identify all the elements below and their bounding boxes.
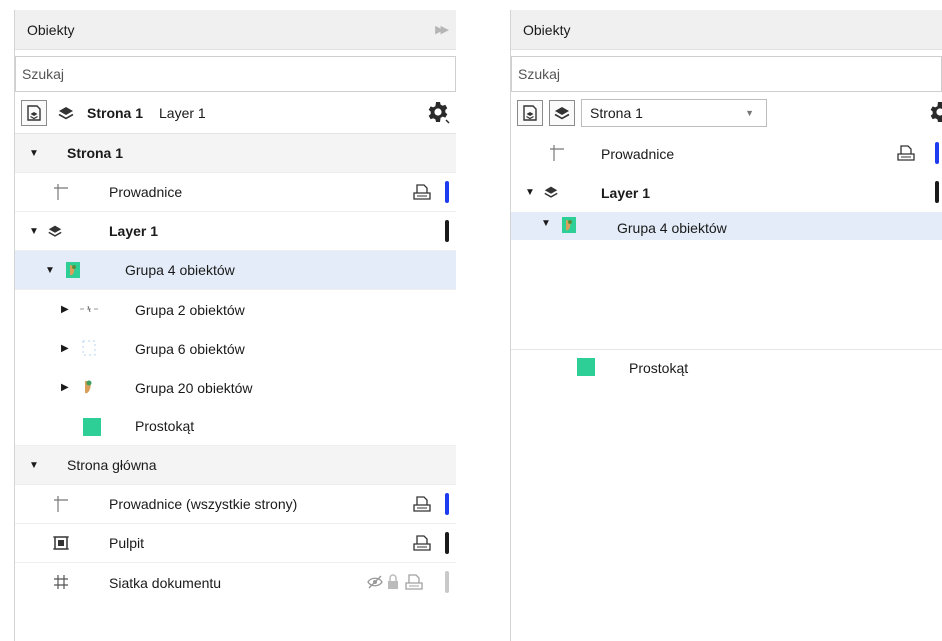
layers-icon	[58, 106, 74, 119]
page-view-button[interactable]	[517, 100, 543, 126]
tree-row-page[interactable]: ▼ Strona 1	[15, 134, 456, 173]
layer-color-bar	[445, 571, 449, 593]
expand-arrow-icon[interactable]: ▼	[29, 226, 39, 237]
gear-icon	[930, 102, 942, 122]
layer-color-bar	[445, 220, 449, 242]
guides-icon	[53, 495, 69, 513]
expand-arrow-icon[interactable]: ▼	[525, 187, 535, 198]
page-view-button[interactable]	[21, 99, 47, 126]
tree-row-guides[interactable]: Prowadnice	[15, 173, 456, 212]
desktop-icon	[53, 535, 69, 551]
panel-title: Obiekty	[27, 21, 75, 38]
current-layer-label: Layer 1	[159, 104, 206, 121]
lock-icon[interactable]	[387, 574, 399, 590]
page-layers-icon	[523, 105, 537, 121]
group-thumbnail-icon	[65, 261, 81, 279]
objects-panel-left: Obiekty ▶▶ Szukaj Strona 1 Layer 1 ▼ Str…	[14, 10, 456, 641]
tree-row-group-4[interactable]: ▼ Grupa 4 obiektów	[511, 212, 942, 240]
gear-icon	[428, 102, 450, 124]
expand-arrow-icon[interactable]: ▶	[61, 343, 69, 354]
layer-color-bar	[445, 181, 449, 203]
panel-toolbar: Strona 1 ▼	[511, 92, 942, 134]
settings-button[interactable]	[928, 100, 942, 127]
tree-row-label: Grupa 6 obiektów	[135, 340, 245, 357]
layer-view-button[interactable]	[53, 100, 79, 126]
collapse-panel-icon[interactable]: ▶▶	[435, 23, 449, 36]
tree-row-label: Grupa 20 obiektów	[135, 379, 253, 396]
group-thumbnail-icon	[561, 216, 577, 234]
panel-titlebar: Obiekty	[511, 10, 942, 50]
tree-row-group-6[interactable]: ▶ Grupa 6 obiektów	[15, 329, 456, 368]
tree-row-label: Grupa 2 obiektów	[135, 301, 245, 318]
layer-color-bar	[445, 532, 449, 554]
guides-icon	[549, 144, 565, 162]
chevron-down-icon: ▼	[745, 108, 754, 118]
group-thumbnail-icon	[81, 339, 97, 357]
printer-icon[interactable]	[405, 573, 423, 594]
empty-drop-area	[511, 240, 942, 350]
tree-row-label: Prostokąt	[135, 418, 195, 434]
objects-panel-right: Obiekty Szukaj Strona 1 ▼ Prowadnice ▼ L…	[510, 10, 942, 641]
expand-arrow-icon[interactable]: ▼	[29, 148, 39, 159]
tree-row-rectangle[interactable]: Prostokąt	[511, 350, 942, 389]
layers-icon	[47, 223, 63, 239]
layer-color-bar	[935, 181, 939, 203]
panel-toolbar: Strona 1 Layer 1	[15, 92, 456, 134]
guides-icon	[53, 183, 69, 201]
tree-row-layer[interactable]: ▼ Layer 1	[511, 173, 942, 212]
tree-row-document-grid[interactable]: Siatka dokumentu	[15, 563, 456, 602]
tree-row-label: Prowadnice	[109, 184, 183, 200]
tree-row-label: Layer 1	[109, 223, 159, 239]
tree-row-group-20[interactable]: ▶ Grupa 20 obiektów	[15, 368, 456, 407]
tree-row-guides-all-pages[interactable]: Prowadnice (wszystkie strony)	[15, 485, 456, 524]
layer-view-button[interactable]	[549, 100, 575, 126]
tree-row-label: Prowadnice	[601, 145, 675, 162]
tree-row-label: Pulpit	[109, 535, 145, 551]
tree-row-label: Grupa 4 obiektów	[125, 262, 235, 278]
hidden-eye-icon[interactable]	[367, 575, 383, 589]
page-layers-icon	[27, 104, 41, 121]
layers-icon	[543, 184, 559, 200]
tree-row-label: Siatka dokumentu	[109, 574, 222, 591]
group-thumbnail-icon	[79, 304, 99, 314]
rectangle-thumbnail-icon	[577, 358, 595, 376]
page-select[interactable]: Strona 1 ▼	[581, 99, 767, 127]
tree-row-group-2[interactable]: ▶ Grupa 2 obiektów	[15, 290, 456, 329]
current-page-label: Strona 1	[87, 104, 144, 121]
tree-row-label: Prostokąt	[629, 360, 689, 376]
expand-arrow-icon[interactable]: ▼	[45, 265, 55, 276]
rectangle-thumbnail-icon	[83, 418, 101, 436]
page-select-value: Strona 1	[590, 105, 643, 121]
tree-row-guides[interactable]: Prowadnice	[511, 134, 942, 173]
tree-row-master-page[interactable]: ▼ Strona główna	[15, 446, 456, 485]
expand-arrow-icon[interactable]: ▶	[61, 304, 69, 315]
expand-arrow-icon[interactable]: ▼	[541, 218, 551, 229]
tree-row-desktop[interactable]: Pulpit	[15, 524, 456, 563]
tree-row-group-4[interactable]: ▼ Grupa 4 obiektów	[15, 251, 456, 290]
panel-title: Obiekty	[523, 21, 571, 38]
tree-row-label: Prowadnice (wszystkie strony)	[109, 496, 298, 512]
tree-row-layer[interactable]: ▼ Layer 1	[15, 212, 456, 251]
search-input[interactable]: Szukaj	[511, 56, 942, 92]
tree-row-label: Strona 1	[67, 145, 124, 161]
settings-button[interactable]	[426, 100, 450, 127]
printer-icon[interactable]	[413, 183, 431, 204]
group-thumbnail-icon	[81, 378, 95, 396]
layer-color-bar	[445, 493, 449, 515]
tree-row-label: Layer 1	[601, 184, 651, 201]
search-input[interactable]: Szukaj	[15, 56, 456, 92]
expand-arrow-icon[interactable]: ▶	[61, 382, 69, 393]
expand-arrow-icon[interactable]: ▼	[29, 460, 39, 471]
printer-icon[interactable]	[897, 144, 915, 165]
layers-icon	[554, 107, 570, 120]
panel-titlebar: Obiekty ▶▶	[15, 10, 456, 50]
tree-row-label: Grupa 4 obiektów	[617, 220, 727, 236]
grid-icon	[53, 574, 69, 590]
printer-icon[interactable]	[413, 534, 431, 555]
layer-color-bar	[935, 142, 939, 164]
printer-icon[interactable]	[413, 495, 431, 516]
tree-row-rectangle[interactable]: Prostokąt	[15, 407, 456, 446]
tree-row-label: Strona główna	[67, 457, 157, 473]
